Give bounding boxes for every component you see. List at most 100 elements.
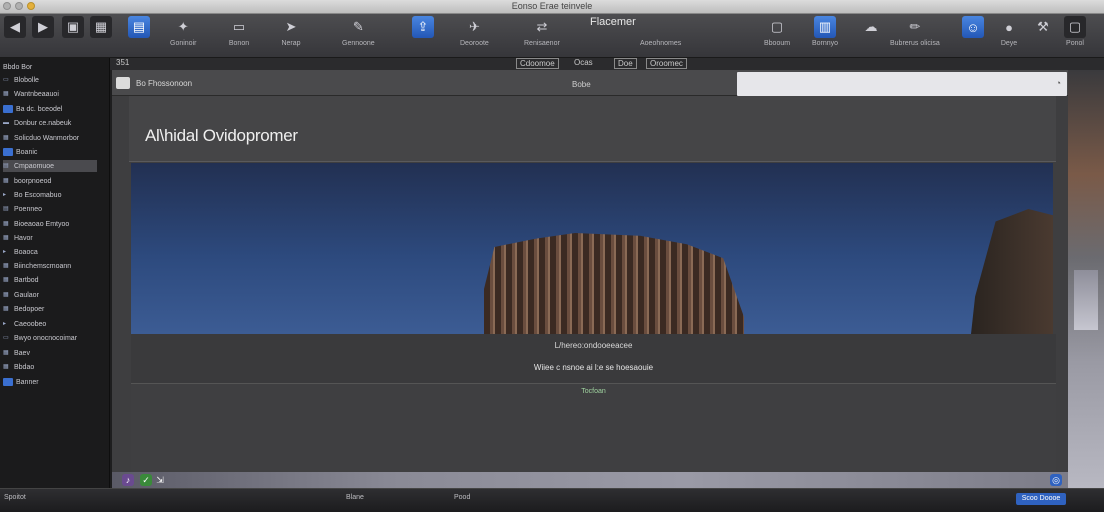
main-content: Bo Fhossonoon Bobe ◔ Al\hidal Ovidoprome… <box>112 70 1068 472</box>
folder-icon: ▦ <box>3 277 9 283</box>
back-icon: ◀ <box>4 16 26 38</box>
forward-button[interactable]: ▶ <box>32 16 54 38</box>
music-icon[interactable]: ♪ <box>122 474 134 486</box>
path-segment[interactable]: Doe <box>614 58 637 69</box>
toolbar-ponol[interactable]: ▢ Ponol <box>1064 16 1086 47</box>
document-icon: ▭ <box>232 19 246 34</box>
sidebar-item[interactable]: Ba dc. bceodel <box>3 103 62 115</box>
caption-bottom: Wiiee c nsnoe ai l:e se hoesaouie <box>533 363 654 372</box>
folder-icon: ▸ <box>3 192 7 198</box>
toolbar-gennoone[interactable]: ✎ Gennoone <box>342 16 375 47</box>
blue-icon[interactable]: ◎ <box>1050 474 1062 486</box>
drive-icon <box>3 378 13 386</box>
sidebar-item[interactable]: ▭ Bwyo onocnocoimar <box>3 332 77 344</box>
sidebar: Bbdo Bor ▭ Blobolle ▦ Wantnbeaauoi Ba dc. … <box>0 58 110 488</box>
sidebar-item[interactable]: ▦ Wantnbeaauoi <box>3 88 59 100</box>
folder-icon: ▦ <box>3 178 9 184</box>
toggle-button[interactable] <box>116 77 130 89</box>
cliff-shape <box>971 209 1053 334</box>
path-segment[interactable]: Oroomec <box>646 58 687 69</box>
drive-icon <box>3 105 13 113</box>
caption-panel: L/hereo:ondooeeacee Wiiee c nsnoe ai l:e… <box>131 334 1056 384</box>
bird-icon: ✈ <box>468 19 480 34</box>
side-thumbnail <box>1068 70 1104 488</box>
window-title: Eonso Erae teinvele <box>511 1 593 11</box>
finder-button[interactable]: ☺ <box>962 16 984 38</box>
status-item: Blane <box>346 494 364 501</box>
sidebar-item[interactable]: ▦ Bartbod <box>3 274 39 286</box>
sidebar-item[interactable]: ▬ Donbur ce.nabeuk <box>3 117 71 129</box>
folder-icon: ▦ <box>3 263 9 269</box>
sidebar-item[interactable]: ▸ Boaoca <box>3 246 38 258</box>
app-icon[interactable]: ✓ <box>140 474 152 486</box>
share-icon: ⇪ <box>412 16 434 38</box>
folder-icon: ▦ <box>3 350 9 356</box>
folder-icon: ▸ <box>3 249 7 255</box>
status-button[interactable]: Scoo Doooe <box>1016 493 1066 505</box>
cloud-button[interactable]: ☁ <box>860 16 882 38</box>
title-icon: Flacemer <box>590 16 636 28</box>
content-text: Tocfoan <box>581 388 606 395</box>
toolbar-renisaenor[interactable]: ⇄ Renisaenor <box>524 16 560 47</box>
folder-icon: ▸ <box>3 321 7 327</box>
page-header: Al\hidal Ovidopromer <box>129 96 1056 162</box>
content-panel: Tocfoan <box>131 384 1056 472</box>
sidebar-item[interactable]: ▦ Bbdao <box>3 361 34 373</box>
grid-button[interactable]: ▦ <box>90 16 112 38</box>
title-bar: Eonso Erae teinvele <box>0 0 1104 14</box>
sidebar-item[interactable]: Boanic <box>3 146 37 158</box>
toolbar-nerap[interactable]: ➤ Nerap <box>280 16 302 47</box>
toolbar-goninoir[interactable]: ✦ Goninoir <box>170 16 196 47</box>
toolbar-aoeohnomes[interactable]: Aoeohnomes <box>640 40 681 47</box>
hero-image <box>131 163 1053 334</box>
toolbar-bonon[interactable]: ▭ Bonon <box>228 16 250 47</box>
path-segment[interactable]: 351 <box>116 58 129 67</box>
sidebar-button[interactable]: ▣ <box>62 16 84 38</box>
sidebar-item[interactable]: ▭ Blobolle <box>3 74 39 86</box>
sidebar-item[interactable]: Banner <box>3 376 39 388</box>
sidebar-item[interactable]: ▸ Bo Escomabuo <box>3 189 61 201</box>
breadcrumb[interactable]: Bo Fhossonoon <box>136 79 192 88</box>
toolbar-flacemer[interactable]: Flacemer <box>590 16 636 28</box>
sidebar-item[interactable]: Bbdo Bor <box>3 61 32 73</box>
finder-icon: ☺ <box>962 16 984 38</box>
toolbar-bubrerus[interactable]: ✏ Bubrerus olicisa <box>890 16 940 47</box>
search-icon: ◔ <box>1055 78 1061 88</box>
sidebar-item[interactable]: ▤ Poenneo <box>3 203 42 215</box>
share-button[interactable]: ⇪ <box>412 16 434 38</box>
calendar-button[interactable]: ▤ <box>128 16 150 38</box>
sidebar-item[interactable]: ▦ Bedopoer <box>3 303 44 315</box>
sidebar-item[interactable]: ▦ Havor <box>3 232 33 244</box>
sidebar-item[interactable]: ▸ Caeoobeo <box>3 318 46 330</box>
thumbnail-image <box>1074 270 1098 330</box>
path-segment[interactable]: Ocas <box>574 58 593 67</box>
pen-icon: ✎ <box>352 19 364 34</box>
path-segment[interactable]: Cdoomoe <box>516 58 559 69</box>
toolbar-bbooum[interactable]: ▢ Bbooum <box>764 16 790 47</box>
toolbar-deye[interactable]: ● Deye <box>998 16 1020 48</box>
sidebar-item[interactable]: ▦ Bioeaoao Emtyoo <box>3 218 69 230</box>
folder-icon: ▦ <box>3 235 9 241</box>
sidebar-item[interactable]: ▦ Gaulaor <box>3 289 39 301</box>
toolbar-bornnyo[interactable]: ▥ Bornnyo <box>812 16 838 47</box>
sidebar-item-selected[interactable]: ▤ Cmpaomuoe <box>3 160 97 172</box>
sidebar-icon: ▣ <box>62 16 84 38</box>
toolbar: ◀ ▶ ▣ ▦ ▤ ✦ Goninoir ▭ Bonon ➤ Nerap ✎ Genno… <box>0 14 1104 58</box>
sidebar-item[interactable]: ▦ Biinchemscmoann <box>3 260 71 272</box>
hammer-button[interactable]: ⚒ <box>1032 16 1054 38</box>
status-item: Pood <box>454 494 471 501</box>
window-icon: ▢ <box>1064 16 1086 38</box>
sidebar-item[interactable]: ▦ Solicduo Wanmorbor <box>3 132 79 144</box>
search-field[interactable]: ◔ <box>737 72 1067 96</box>
folder-icon: ▤ <box>3 206 9 212</box>
path-bar: 351 Cdoomoe Ocas Doe Oroomec <box>0 58 1104 70</box>
sidebar-item[interactable]: ▦ Baev <box>3 347 30 359</box>
sidebar-item[interactable]: ▦ boorpnoeod <box>3 175 51 187</box>
back-button[interactable]: ◀ <box>4 16 26 38</box>
panels-icon: ▥ <box>814 16 837 38</box>
arrow-icon[interactable]: ⇲ <box>154 474 166 486</box>
toolbar-deoroote[interactable]: ✈ Deoroote <box>460 16 489 47</box>
folder-icon: ▦ <box>3 364 9 370</box>
forward-icon: ▶ <box>32 16 54 38</box>
folder-icon: ▦ <box>3 221 9 227</box>
